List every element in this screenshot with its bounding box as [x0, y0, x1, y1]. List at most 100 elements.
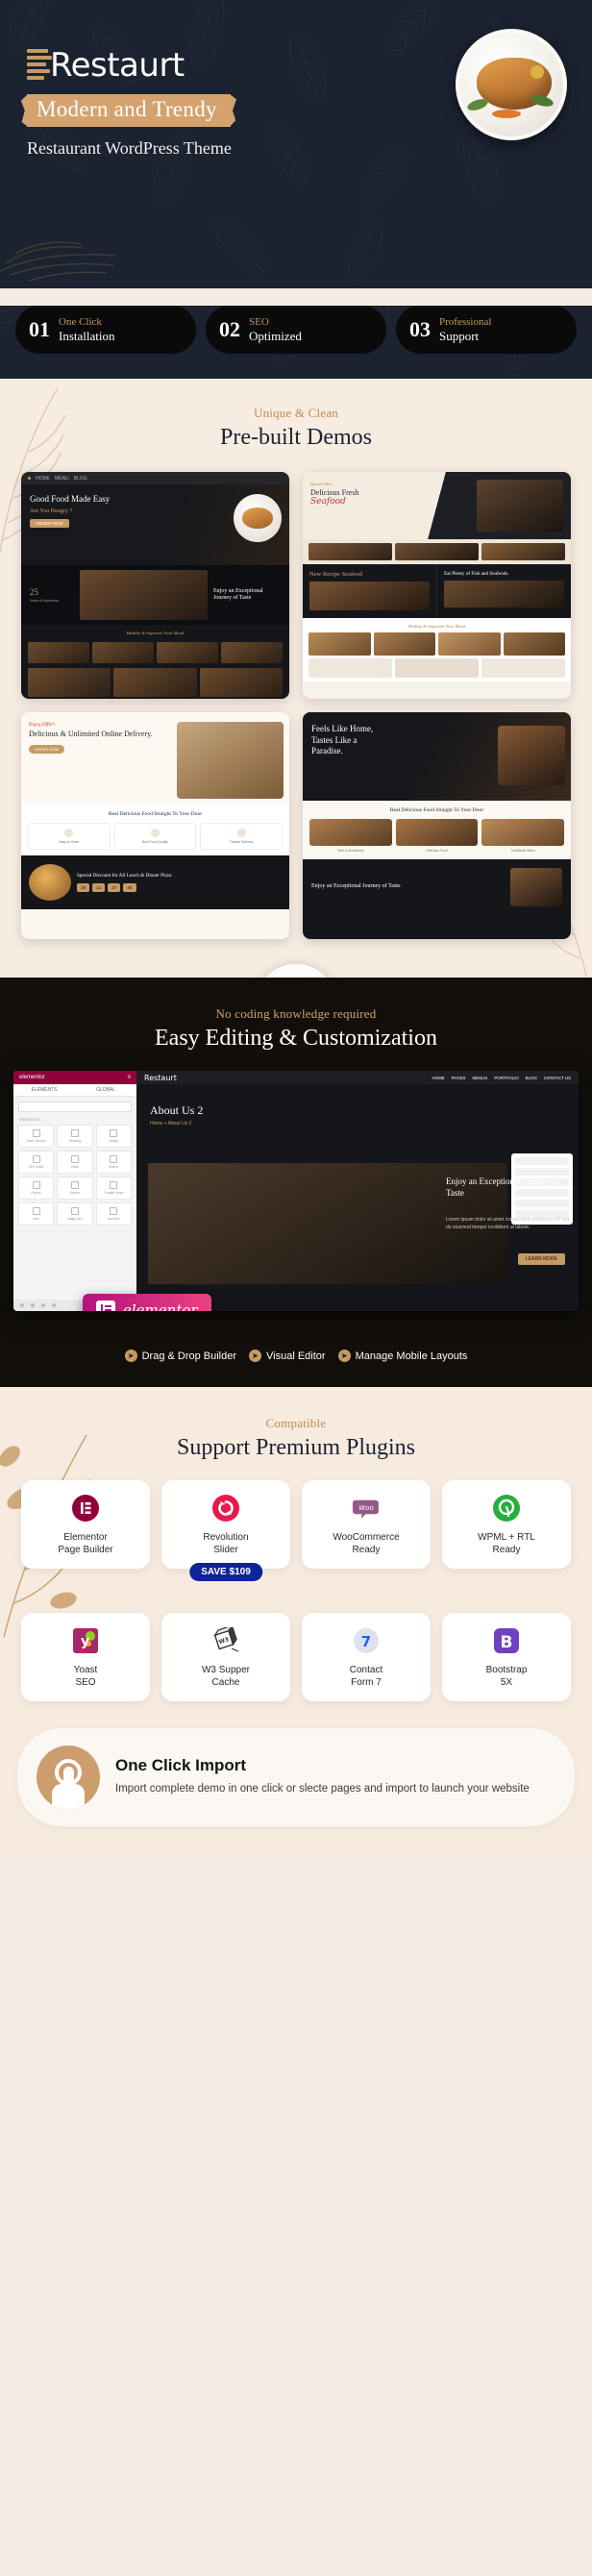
demo-headline: Delicious & Unlimited Online Delivery. [29, 730, 153, 739]
nav-dot-icon [28, 477, 31, 481]
plugin-grid-row-1: Elementor Page Builder Revolution Slider… [0, 1461, 592, 1582]
nav-item-home[interactable]: HOME [432, 1076, 445, 1080]
panel-row [515, 1157, 569, 1166]
preview-learn-more-button[interactable]: LEARN MORE [517, 1253, 565, 1266]
tab-global[interactable]: GLOBAL [75, 1084, 136, 1096]
demo-band-text: Real Delicious Food Straight To Your Doo… [108, 811, 203, 818]
preview-overlay-body: Lorem ipsum dolor sit amet consectetur a… [446, 1217, 570, 1230]
widget-tile[interactable]: Heading [57, 1125, 93, 1149]
widget-tile[interactable]: Image Box [57, 1202, 93, 1226]
demo-card[interactable]: HOME MENU BLOG Good Food Made Easy Are You… [21, 472, 289, 700]
widget-tile[interactable]: Google Maps [95, 1177, 132, 1201]
demo-thumb-strip [21, 637, 289, 668]
plugin-label: Bootstrap 5X [485, 1665, 528, 1689]
one-click-import-card[interactable]: One Click Import Import complete demo in… [17, 1728, 575, 1827]
hero-section: Restaurt Modern and Trendy Restaurant Wo… [0, 0, 592, 288]
feature-item-visual-editor: ➤ Visual Editor [249, 1350, 326, 1363]
nav-item-pages[interactable]: PAGES [452, 1076, 466, 1080]
feature-badge-01[interactable]: 01 One Click Installation [15, 306, 196, 355]
demo-card[interactable]: Special Offers Delicious Fresh Seafood N… [303, 472, 571, 700]
contact-form-7-icon: 7 [352, 1626, 381, 1655]
elementor-editor-screenshot[interactable]: elementor ≡ ELEMENTS GLOBAL FAVORITES In… [13, 1071, 579, 1312]
demo-cta-button[interactable]: ORDER NOW [30, 518, 69, 528]
timer-digit: 12 [92, 883, 106, 893]
demo-col-label: Easy to Order [59, 840, 80, 845]
yoast-seo-icon: y [71, 1626, 100, 1655]
widget-tile[interactable]: Divider [18, 1177, 55, 1201]
plugin-card-revolution-slider[interactable]: Revolution Slider SAVE $109 [161, 1480, 290, 1582]
editor-section-label: FAVORITES [19, 1117, 41, 1123]
plugin-card-elementor[interactable]: Elementor Page Builder [21, 1480, 150, 1570]
demo-footer-text: Enjoy an Exceptional Journey of Taste [311, 883, 401, 890]
demo-thumb[interactable] [395, 658, 479, 679]
widget-icon [70, 1155, 79, 1164]
timer-digit: 27 [108, 883, 121, 893]
demo-band-right: Eat Plenty of Fish and Seafoods. [444, 571, 509, 578]
tab-elements[interactable]: ELEMENTS [13, 1084, 75, 1096]
nav-item-blog[interactable]: BLOG [526, 1076, 537, 1080]
demo-col-label: Traditional Offers [510, 849, 536, 854]
demo-thumb[interactable] [199, 668, 283, 698]
demo-thumb[interactable] [113, 668, 197, 698]
badge-number: 02 [219, 317, 240, 342]
demo-thumb[interactable] [92, 642, 154, 664]
demo-thumb[interactable] [157, 642, 218, 664]
badge-number: 01 [29, 317, 50, 342]
demo-thumb[interactable] [221, 642, 283, 664]
widget-tile[interactable]: Video [57, 1151, 93, 1175]
editor-preview-canvas[interactable]: Restaurt HOME PAGES MENUS PORTFOLIO BLOG… [136, 1071, 579, 1312]
woocommerce-icon: Woo [352, 1494, 381, 1523]
editor-preview-icon[interactable] [52, 1303, 56, 1308]
plugin-card-w3-supper-cache[interactable]: W3 W3 Supper Cache [161, 1613, 290, 1702]
widget-tile[interactable]: Icon [18, 1202, 55, 1226]
nav-item-menus[interactable]: MENUS [473, 1076, 488, 1080]
demo-card[interactable]: Enjoy Offer! Delicious & Unlimited Onlin… [21, 712, 289, 940]
widget-search-input[interactable] [18, 1102, 132, 1113]
widget-tile[interactable]: Spacer [57, 1177, 93, 1201]
plugin-label: Contact Form 7 [349, 1665, 383, 1689]
demo-thumb[interactable] [308, 658, 392, 679]
plugin-card-yoast-seo[interactable]: y Yoast SEO [21, 1613, 150, 1702]
nav-item-portfolio[interactable]: PORTFOLIO [494, 1076, 518, 1080]
badge-line-1: Professional [439, 316, 492, 328]
demo-thumb[interactable] [503, 632, 565, 656]
widget-label: Video [70, 1165, 80, 1170]
panel-row [515, 1200, 569, 1208]
demo-band: 25 Years of Experience Enjoy an Exceptio… [21, 565, 289, 626]
demo-thumb[interactable] [28, 668, 111, 698]
widget-icon [32, 1155, 40, 1164]
demo-cta-button[interactable]: ORDER NOW [29, 745, 65, 755]
garnish-herb-left [465, 96, 490, 113]
plugin-label: WPML + RTL Ready [478, 1532, 535, 1556]
badge-line-1: One Click [59, 316, 102, 328]
elementor-logo-badge: elementor [83, 1294, 211, 1312]
feature-badge-02[interactable]: 02 SEO Optimized [206, 306, 386, 355]
widget-tile[interactable]: Image [95, 1125, 132, 1149]
widget-tile[interactable]: Inner Section [18, 1125, 55, 1149]
demo-thumb[interactable] [308, 632, 371, 656]
plugin-card-contact-form-7[interactable]: 7 Contact Form 7 [302, 1613, 431, 1702]
widget-tile[interactable]: Text Editor [18, 1151, 55, 1175]
demo-stat: 25 [30, 587, 38, 598]
plugin-card-wpml[interactable]: WPML + RTL Ready [442, 1480, 571, 1570]
editor-responsive-icon[interactable] [41, 1303, 45, 1308]
editor-left-panel[interactable]: elementor ≡ ELEMENTS GLOBAL FAVORITES In… [13, 1071, 136, 1312]
widget-tile[interactable]: Icon Box [95, 1202, 132, 1226]
plugin-card-woocommerce[interactable]: Woo WooCommerce Ready [302, 1480, 431, 1570]
nav-item-contact[interactable]: CONTACT US [544, 1076, 571, 1080]
editor-panel-menu-icon[interactable]: ≡ [127, 1075, 131, 1080]
demo-thumb[interactable] [438, 632, 501, 656]
editor-panel-header: elementor ≡ [13, 1071, 136, 1085]
feature-badge-03[interactable]: 03 Professional Support [396, 306, 577, 355]
demo-thumb[interactable] [481, 658, 565, 679]
demo-thumb[interactable] [28, 642, 89, 664]
editor-history-icon[interactable] [31, 1303, 35, 1308]
editor-settings-icon[interactable] [20, 1303, 24, 1308]
widget-tile[interactable]: Button [95, 1151, 132, 1175]
feature-badge-strip: 01 One Click Installation 02 SEO Optimiz… [0, 306, 592, 355]
plugin-card-bootstrap[interactable]: B Bootstrap 5X [442, 1613, 571, 1702]
badge-line-2: Installation [59, 328, 115, 343]
demo-thumb[interactable] [373, 632, 435, 656]
demo-card[interactable]: Feels Like Home, Tastes Like a Paradise.… [303, 712, 571, 940]
widget-label: Inner Section [26, 1139, 46, 1144]
